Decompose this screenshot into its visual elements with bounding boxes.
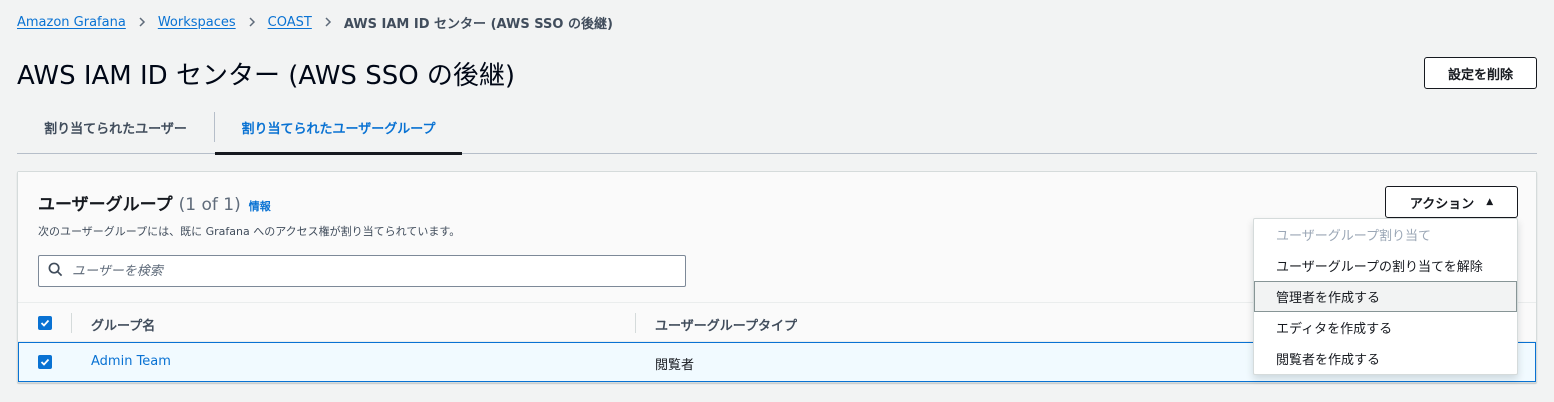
checkmark-icon (40, 358, 50, 366)
search-field[interactable] (38, 255, 686, 287)
menu-item-assign-user-group: ユーザーグループ割り当て (1276, 229, 1431, 244)
breadcrumb: Amazon Grafana Workspaces COAST AWS IAM … (17, 12, 613, 32)
tab-assigned-user-groups[interactable]: 割り当てられたユーザーグループ (215, 102, 462, 155)
checkmark-icon (40, 319, 50, 327)
column-header-group-type[interactable]: ユーザーグループタイプ (655, 315, 797, 334)
column-header-group-name[interactable]: グループ名 (91, 315, 155, 334)
menu-item-make-editor[interactable]: エディタを作成する (1254, 312, 1517, 343)
panel-count: (1 of 1) (178, 195, 241, 215)
menu-item-unassign-user-group[interactable]: ユーザーグループの割り当てを解除 (1254, 250, 1517, 281)
column-separator (635, 313, 636, 333)
panel-title-text: ユーザーグループ (38, 195, 173, 215)
breadcrumb-amazon-grafana[interactable]: Amazon Grafana (17, 15, 126, 30)
chevron-right-icon (137, 17, 147, 27)
menu-item-make-viewer[interactable]: 閲覧者を作成する (1254, 343, 1517, 374)
breadcrumb-current: AWS IAM ID センター (AWS SSO の後継) (343, 16, 613, 32)
menu-item-make-admin[interactable]: 管理者を作成する (1254, 281, 1517, 312)
tab-assigned-users[interactable]: 割り当てられたユーザー (17, 102, 214, 153)
panel-title: ユーザーグループ (1 of 1) 情報 (38, 190, 271, 215)
group-type-cell: 閲覧者 (655, 358, 695, 373)
chevron-right-icon (247, 17, 257, 27)
search-input[interactable] (72, 263, 652, 279)
info-link[interactable]: 情報 (249, 198, 271, 214)
breadcrumb-coast[interactable]: COAST (268, 15, 312, 30)
select-all-checkbox[interactable] (38, 316, 52, 330)
actions-button[interactable]: アクション ▲ (1385, 186, 1518, 218)
group-name-link[interactable]: Admin Team (91, 354, 171, 369)
actions-button-label: アクション (1409, 196, 1475, 212)
column-separator (71, 313, 72, 333)
tab-bar: 割り当てられたユーザー 割り当てられたユーザーグループ (17, 102, 1537, 155)
panel-description: 次のユーザーグループには、既に Grafana へのアクセス権が割り当てられてい… (38, 225, 461, 238)
delete-settings-button[interactable]: 設定を削除 (1424, 57, 1537, 89)
row-checkbox[interactable] (38, 355, 52, 369)
actions-dropdown-menu: ユーザーグループ割り当て ユーザーグループの割り当てを解除 管理者を作成する エ… (1253, 218, 1518, 375)
search-icon (48, 262, 63, 281)
caret-up-icon: ▲ (1486, 197, 1494, 207)
breadcrumb-workspaces[interactable]: Workspaces (158, 15, 236, 30)
chevron-right-icon (323, 17, 333, 27)
page-title: AWS IAM ID センター (AWS SSO の後継) (17, 61, 516, 91)
